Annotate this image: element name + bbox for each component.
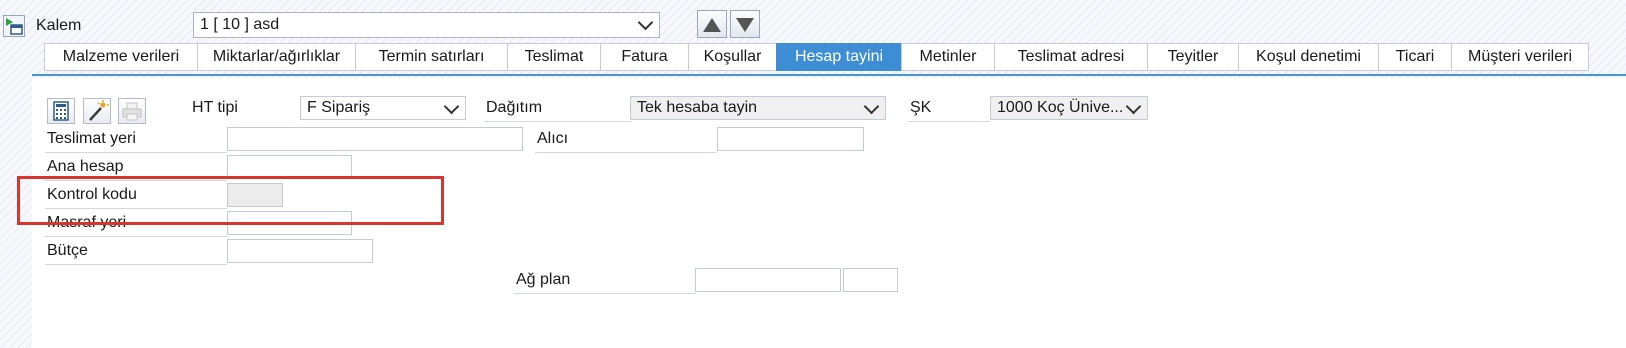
item-label: Kalem xyxy=(36,17,82,34)
chevron-down-icon xyxy=(443,98,460,115)
item-selector-value: 1 [ 10 ] asd xyxy=(200,16,280,33)
arrow-down-icon xyxy=(736,18,754,32)
butce-underline xyxy=(45,264,227,265)
alici-input[interactable] xyxy=(717,127,864,151)
dagitim-underline xyxy=(484,121,632,122)
tab-kosul-denetimi[interactable]: Koşul denetimi xyxy=(1238,43,1378,71)
wizard-button[interactable] xyxy=(83,98,111,124)
ag-plan-input[interactable] xyxy=(695,268,841,292)
chevron-down-icon xyxy=(1125,98,1142,115)
sk-value: 1000 Koç Ünive... xyxy=(997,99,1124,116)
item-detail-icon[interactable] xyxy=(3,15,25,37)
sk-label: ŞK xyxy=(910,99,932,116)
printer-icon xyxy=(122,102,142,121)
tab-termin-satirlari[interactable]: Termin satırları xyxy=(355,43,507,71)
masraf-yeri-underline xyxy=(45,236,227,237)
next-item-button[interactable] xyxy=(730,10,760,38)
calculator-button[interactable] xyxy=(47,98,75,124)
tab-hesap-tayini[interactable]: Hesap tayini xyxy=(776,43,901,71)
sk-select[interactable]: 1000 Koç Ünive... xyxy=(990,96,1148,120)
chevron-down-icon xyxy=(637,14,654,31)
dagitim-select[interactable]: Tek hesaba tayin xyxy=(630,96,886,120)
magic-wand-icon xyxy=(89,100,109,121)
tab-teyitler[interactable]: Teyitler xyxy=(1147,43,1238,71)
butce-input[interactable] xyxy=(227,239,373,263)
ag-plan-label: Ağ plan xyxy=(516,271,571,288)
tab-ticari[interactable]: Ticari xyxy=(1378,43,1451,71)
teslimat-yeri-input[interactable] xyxy=(227,127,523,151)
tab-metinler[interactable]: Metinler xyxy=(901,43,994,71)
tab-underline xyxy=(32,74,1626,76)
previous-item-button[interactable] xyxy=(697,10,727,38)
ht-tipi-value: F Sipariş xyxy=(307,99,371,116)
teslimat-yeri-underline xyxy=(45,152,227,153)
tab-miktarlar[interactable]: Miktarlar/ağırlıklar xyxy=(197,43,355,71)
calculator-icon xyxy=(53,101,69,121)
butce-label: Bütçe xyxy=(47,242,88,259)
highlight-box xyxy=(17,176,444,225)
arrow-up-icon xyxy=(703,18,721,32)
ana-hesap-label: Ana hesap xyxy=(47,158,124,175)
tab-strip: Malzeme verileri Miktarlar/ağırlıklar Te… xyxy=(44,43,1589,71)
alici-underline xyxy=(535,152,717,153)
tab-kosullar[interactable]: Koşullar xyxy=(688,43,776,71)
tab-teslimat-adresi[interactable]: Teslimat adresi xyxy=(994,43,1147,71)
tab-teslimat[interactable]: Teslimat xyxy=(507,43,600,71)
item-selector[interactable]: 1 [ 10 ] asd xyxy=(193,12,660,38)
tab-malzeme-verileri[interactable]: Malzeme verileri xyxy=(44,43,197,71)
sk-underline xyxy=(908,121,990,122)
ht-tipi-select[interactable]: F Sipariş xyxy=(300,96,466,120)
alici-label: Alıcı xyxy=(537,130,569,147)
ag-plan-underline xyxy=(514,293,696,294)
print-button[interactable] xyxy=(118,98,146,124)
tab-fatura[interactable]: Fatura xyxy=(600,43,688,71)
tab-musteri-verileri[interactable]: Müşteri verileri xyxy=(1451,43,1589,71)
dagitim-value: Tek hesaba tayin xyxy=(637,99,758,116)
ht-tipi-label: HT tipi xyxy=(192,99,238,116)
dagitim-label: Dağıtım xyxy=(486,99,543,116)
chevron-down-icon xyxy=(863,98,880,115)
ag-plan-operation-input[interactable] xyxy=(843,268,898,292)
teslimat-yeri-label: Teslimat yeri xyxy=(47,130,136,147)
